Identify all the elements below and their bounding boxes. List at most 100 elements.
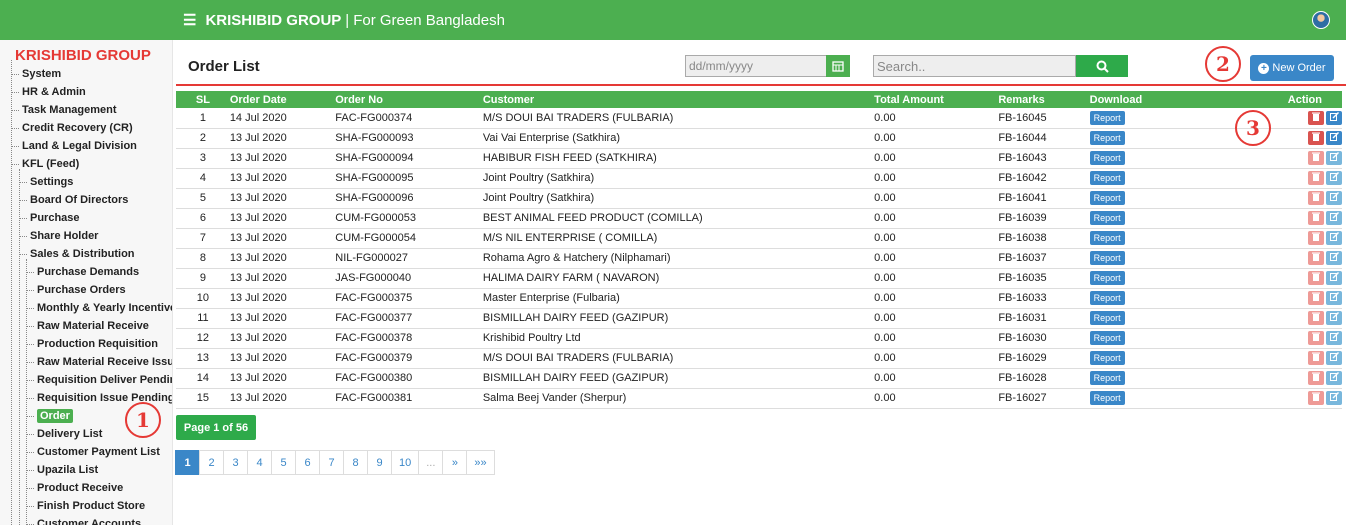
page-link[interactable]: 5 (271, 450, 296, 475)
sidebar-item-label: Delivery List (37, 428, 103, 440)
report-button[interactable]: Report (1089, 171, 1125, 185)
new-order-button[interactable]: + New Order (1250, 55, 1334, 81)
delete-icon[interactable] (1308, 271, 1324, 285)
page-link[interactable]: 4 (247, 450, 272, 475)
sidebar-item[interactable]: Finish Product Store (26, 497, 145, 515)
edit-icon[interactable] (1326, 191, 1342, 205)
edit-icon[interactable] (1326, 171, 1342, 185)
edit-icon[interactable] (1326, 311, 1342, 325)
sidebar-item[interactable]: Customer Payment List (26, 443, 160, 461)
delete-icon[interactable] (1308, 311, 1324, 325)
delete-icon[interactable] (1308, 371, 1324, 385)
sidebar-item[interactable]: HR & Admin (11, 83, 86, 101)
page-link[interactable]: 7 (319, 450, 344, 475)
page-link[interactable]: 2 (199, 450, 224, 475)
page-link[interactable]: 1 (175, 450, 200, 475)
delete-icon[interactable] (1308, 291, 1324, 305)
edit-icon[interactable] (1326, 351, 1342, 365)
report-button[interactable]: Report (1089, 331, 1125, 345)
sidebar-item[interactable]: Requisition Deliver Pending (26, 371, 172, 389)
sidebar-item[interactable]: Task Management (11, 101, 117, 119)
report-button[interactable]: Report (1089, 351, 1125, 365)
sidebar-item[interactable]: Board Of Directors (19, 191, 128, 209)
report-button[interactable]: Report (1089, 131, 1125, 145)
report-button[interactable]: Report (1089, 231, 1125, 245)
edit-icon[interactable] (1326, 291, 1342, 305)
sidebar-item[interactable]: Order (26, 407, 73, 425)
row-actions (1308, 131, 1342, 145)
report-button[interactable]: Report (1089, 271, 1125, 285)
menu-icon[interactable]: ☰ (183, 11, 196, 29)
delete-icon[interactable] (1308, 231, 1324, 245)
edit-icon[interactable] (1326, 391, 1342, 405)
edit-icon[interactable] (1326, 271, 1342, 285)
delete-icon[interactable] (1308, 351, 1324, 365)
sidebar-item[interactable]: Upazila List (26, 461, 98, 479)
delete-icon[interactable] (1308, 331, 1324, 345)
sidebar-item[interactable]: Land & Legal Division (11, 137, 137, 155)
report-button[interactable]: Report (1089, 251, 1125, 265)
search-input[interactable]: Search.. (873, 55, 1076, 77)
cell-order-date: 13 Jul 2020 (229, 252, 287, 264)
page-link[interactable]: » (442, 450, 468, 475)
delete-icon[interactable] (1308, 211, 1324, 225)
sidebar-item-label: Customer Payment List (37, 446, 160, 458)
sidebar-item[interactable]: Monthly & Yearly Incentive (26, 299, 172, 317)
sidebar-item[interactable]: Share Holder (19, 227, 98, 245)
sidebar-item[interactable]: Settings (19, 173, 73, 191)
cell-action (1198, 328, 1342, 348)
sidebar-title[interactable]: KRISHIBID GROUP (15, 47, 151, 64)
search-icon[interactable] (1076, 55, 1128, 77)
delete-icon[interactable] (1308, 191, 1324, 205)
report-button[interactable]: Report (1089, 151, 1125, 165)
delete-icon[interactable] (1308, 151, 1324, 165)
page-link[interactable]: 3 (223, 450, 248, 475)
sidebar-item[interactable]: Delivery List (26, 425, 102, 443)
sidebar-item[interactable]: Sales & Distribution (19, 245, 135, 263)
edit-icon[interactable] (1326, 251, 1342, 265)
calendar-icon[interactable] (826, 55, 850, 77)
delete-icon[interactable] (1308, 251, 1324, 265)
report-button[interactable]: Report (1089, 291, 1125, 305)
edit-icon[interactable] (1326, 110, 1342, 125)
cell-sl: 2 (199, 132, 206, 144)
sidebar-item[interactable]: KFL (Feed) (11, 155, 79, 173)
sidebar-item[interactable]: Product Receive (26, 479, 123, 497)
delete-icon[interactable] (1308, 110, 1324, 125)
sidebar-item[interactable]: Purchase Demands (26, 263, 139, 281)
page-link[interactable]: 10 (391, 450, 420, 475)
sidebar-item-label: Finish Product Store (37, 500, 146, 512)
sidebar-item[interactable]: Credit Recovery (CR) (11, 119, 133, 137)
report-button[interactable]: Report (1089, 391, 1125, 405)
edit-icon[interactable] (1326, 331, 1342, 345)
edit-icon[interactable] (1326, 211, 1342, 225)
edit-icon[interactable] (1326, 231, 1342, 245)
report-button[interactable]: Report (1089, 211, 1125, 225)
report-button[interactable]: Report (1089, 191, 1125, 205)
sidebar-item[interactable]: Purchase Orders (26, 281, 126, 299)
edit-icon[interactable] (1326, 131, 1342, 145)
delete-icon[interactable] (1308, 171, 1324, 185)
report-button[interactable]: Report (1089, 311, 1125, 325)
delete-icon[interactable] (1308, 391, 1324, 405)
user-avatar[interactable] (1312, 11, 1330, 29)
sidebar-item[interactable]: Raw Material Receive (26, 317, 149, 335)
sidebar: KRISHIBID GROUP System HR & Admin Task Man… (0, 40, 173, 525)
sidebar-item[interactable]: Purchase (19, 209, 80, 227)
report-button[interactable]: Report (1089, 371, 1125, 385)
date-filter-input[interactable]: dd/mm/yyyy (685, 55, 827, 77)
page-link[interactable]: »» (466, 450, 495, 475)
page-link[interactable]: 8 (343, 450, 368, 475)
annotation-marker-2: 2 (1205, 46, 1241, 82)
sidebar-item[interactable]: Production Requisition (26, 335, 158, 353)
page-link[interactable]: 6 (295, 450, 320, 475)
delete-icon[interactable] (1308, 131, 1324, 145)
page-link[interactable]: 9 (367, 450, 392, 475)
edit-icon[interactable] (1326, 151, 1342, 165)
sidebar-item[interactable]: System (11, 65, 61, 83)
report-button[interactable]: Report (1089, 110, 1125, 125)
sidebar-item[interactable]: Customer Accounts (26, 515, 141, 525)
sidebar-item[interactable]: Raw Material Receive Issue (26, 353, 172, 371)
edit-icon[interactable] (1326, 371, 1342, 385)
cell-total-amount: 0.00 (874, 272, 896, 284)
